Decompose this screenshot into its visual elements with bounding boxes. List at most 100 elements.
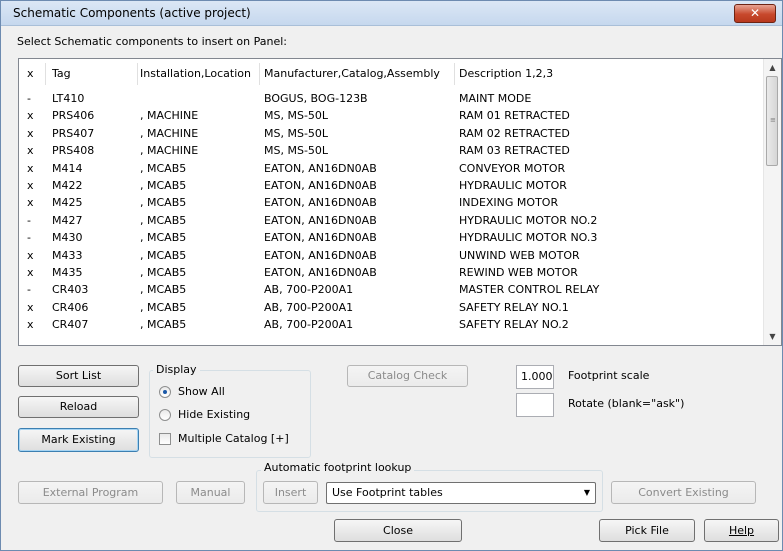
scroll-up-arrow-icon[interactable]: ▲ <box>764 59 781 76</box>
row-manufacturer-cell: EATON, AN16DN0AB <box>264 161 377 175</box>
row-tag-cell: CR406 <box>52 300 89 314</box>
table-row[interactable]: x M425 , MCAB5 EATON, AN16DN0AB INDEXING MOT… <box>19 194 765 211</box>
column-divider[interactable] <box>454 63 455 85</box>
row-mark-cell: x <box>27 248 34 262</box>
row-manufacturer-cell: EATON, AN16DN0AB <box>264 231 377 245</box>
table-row[interactable]: x M433 , MCAB5 EATON, AN16DN0AB UNWIND WEB M… <box>19 247 765 264</box>
close-window-button[interactable]: ✕ <box>734 4 776 23</box>
column-header-tag[interactable]: Tag <box>52 59 142 89</box>
row-description-cell: MAINT MODE <box>459 92 532 105</box>
multiple-catalog-checkbox[interactable] <box>159 433 171 445</box>
column-header-manufacturer[interactable]: Manufacturer,Catalog,Assembly <box>264 59 454 89</box>
rotate-label: Rotate (blank="ask") <box>568 397 685 410</box>
instruction-label: Select Schematic components to insert on… <box>17 35 288 48</box>
row-tag-cell: LT410 <box>52 92 85 105</box>
row-mark-cell: x <box>27 109 34 123</box>
table-row[interactable]: x CR406 , MCAB5 AB, 700-P200A1 SAFETY RELAY … <box>19 299 765 316</box>
component-list[interactable]: x Tag Installation,Location Manufacturer… <box>18 58 782 346</box>
row-manufacturer-cell: AB, 700-P200A1 <box>264 318 354 332</box>
mark-existing-button[interactable]: Mark Existing <box>18 428 139 452</box>
hide-existing-radio[interactable] <box>159 409 171 421</box>
help-button[interactable]: Help <box>704 519 779 542</box>
row-location-cell: , MCAB5 <box>140 179 187 192</box>
show-all-label[interactable]: Show All <box>178 385 225 398</box>
footprint-lookup-select[interactable]: Use Footprint tables ▼ <box>326 482 596 504</box>
table-row[interactable]: x M414 , MCAB5 EATON, AN16DN0AB CONVEYOR MOT… <box>19 160 765 177</box>
row-location-cell: , MACHINE <box>140 109 199 123</box>
row-manufacturer-cell: EATON, AN16DN0AB <box>264 248 377 262</box>
row-mark-cell: x <box>27 144 34 158</box>
insert-button[interactable]: Insert <box>263 481 318 504</box>
row-location-cell: , MACHINE <box>140 126 199 140</box>
manual-button[interactable]: Manual <box>176 481 245 504</box>
footprint-lookup-legend: Automatic footprint lookup <box>261 461 415 474</box>
footprint-lookup-value: Use Footprint tables <box>332 486 443 499</box>
row-tag-cell: M427 <box>52 213 83 227</box>
row-description-cell: HYDRAULIC MOTOR NO.3 <box>459 231 598 245</box>
footprint-scale-input[interactable]: 1.000 <box>516 365 554 389</box>
list-scrollbar[interactable]: ▲ ≡ ▼ <box>763 59 781 345</box>
table-row[interactable]: x PRS406 , MACHINE MS, MS-50L RAM 01 RETRACT… <box>19 107 765 124</box>
row-location-cell: , MCAB5 <box>140 213 187 227</box>
reload-button[interactable]: Reload <box>18 396 139 418</box>
table-row[interactable]: - M430 , MCAB5 EATON, AN16DN0AB HYDRAULIC MO… <box>19 229 765 246</box>
column-divider[interactable] <box>137 63 138 85</box>
row-tag-cell: PRS408 <box>52 144 95 158</box>
scroll-down-arrow-icon[interactable]: ▼ <box>764 328 781 345</box>
table-row[interactable]: x M435 , MCAB5 EATON, AN16DN0AB REWIND WEB M… <box>19 264 765 281</box>
table-row[interactable]: x M422 , MCAB5 EATON, AN16DN0AB HYDRAULIC MO… <box>19 177 765 194</box>
table-row[interactable]: x PRS407 , MACHINE MS, MS-50L RAM 02 RETRACT… <box>19 125 765 142</box>
row-mark-cell: - <box>27 231 31 245</box>
row-mark-cell: x <box>27 196 34 210</box>
row-description-cell: REWIND WEB MOTOR <box>459 266 578 279</box>
table-row[interactable]: - M427 , MCAB5 EATON, AN16DN0AB HYDRAULIC MO… <box>19 212 765 229</box>
row-tag-cell: CR403 <box>52 283 89 297</box>
row-tag-cell: PRS406 <box>52 109 95 123</box>
sort-list-button[interactable]: Sort List <box>18 365 139 387</box>
row-description-cell: INDEXING MOTOR <box>459 196 559 210</box>
help-label: Help <box>728 524 755 537</box>
show-all-radio[interactable] <box>159 386 171 398</box>
table-row[interactable]: - LT410 BOGUS, BOG-123B MAINT MODE <box>19 90 765 107</box>
row-tag-cell: M435 <box>52 266 83 279</box>
dropdown-arrow-icon: ▼ <box>583 488 590 497</box>
pick-file-button[interactable]: Pick File <box>599 519 695 542</box>
row-tag-cell: M425 <box>52 196 83 210</box>
table-row[interactable]: x PRS408 , MACHINE MS, MS-50L RAM 03 RETRACT… <box>19 142 765 159</box>
external-program-button[interactable]: External Program <box>18 481 163 504</box>
close-button[interactable]: Close <box>334 519 462 542</box>
table-row[interactable]: x CR407 , MCAB5 AB, 700-P200A1 SAFETY RELAY … <box>19 316 765 333</box>
catalog-check-button[interactable]: Catalog Check <box>347 365 468 387</box>
row-location-cell: , MCAB5 <box>140 283 187 297</box>
row-mark-cell: - <box>27 213 31 227</box>
row-description-cell: SAFETY RELAY NO.1 <box>459 300 569 314</box>
row-tag-cell: PRS407 <box>52 126 95 140</box>
row-location-cell: , MCAB5 <box>140 161 187 175</box>
column-divider[interactable] <box>45 63 46 85</box>
title-bar[interactable]: Schematic Components (active project) ✕ <box>1 1 782 26</box>
row-description-cell: HYDRAULIC MOTOR <box>459 179 567 192</box>
row-manufacturer-cell: MS, MS-50L <box>264 109 329 123</box>
convert-existing-button[interactable]: Convert Existing <box>611 481 756 504</box>
multiple-catalog-label[interactable]: Multiple Catalog [+] <box>178 432 289 445</box>
hide-existing-label[interactable]: Hide Existing <box>178 408 250 421</box>
table-row[interactable]: - CR403 , MCAB5 AB, 700-P200A1 MASTER CONTRO… <box>19 281 765 298</box>
rotate-input[interactable] <box>516 393 554 417</box>
column-header-location[interactable]: Installation,Location <box>140 59 262 89</box>
row-location-cell: , MCAB5 <box>140 266 187 279</box>
schematic-components-dialog: Schematic Components (active project) ✕ … <box>0 0 783 551</box>
row-manufacturer-cell: MS, MS-50L <box>264 126 329 140</box>
column-header-x[interactable]: x <box>27 59 41 89</box>
row-mark-cell: - <box>27 92 31 105</box>
column-divider[interactable] <box>259 63 260 85</box>
row-tag-cell: M433 <box>52 248 83 262</box>
window-title: Schematic Components (active project) <box>13 6 251 20</box>
row-mark-cell: x <box>27 179 34 192</box>
row-location-cell: , MCAB5 <box>140 231 187 245</box>
scrollbar-thumb[interactable]: ≡ <box>766 76 778 166</box>
row-manufacturer-cell: EATON, AN16DN0AB <box>264 196 377 210</box>
row-mark-cell: x <box>27 300 34 314</box>
column-header-description[interactable]: Description 1,2,3 <box>459 59 759 89</box>
row-location-cell: , MCAB5 <box>140 318 187 332</box>
row-description-cell: MASTER CONTROL RELAY <box>459 283 600 297</box>
